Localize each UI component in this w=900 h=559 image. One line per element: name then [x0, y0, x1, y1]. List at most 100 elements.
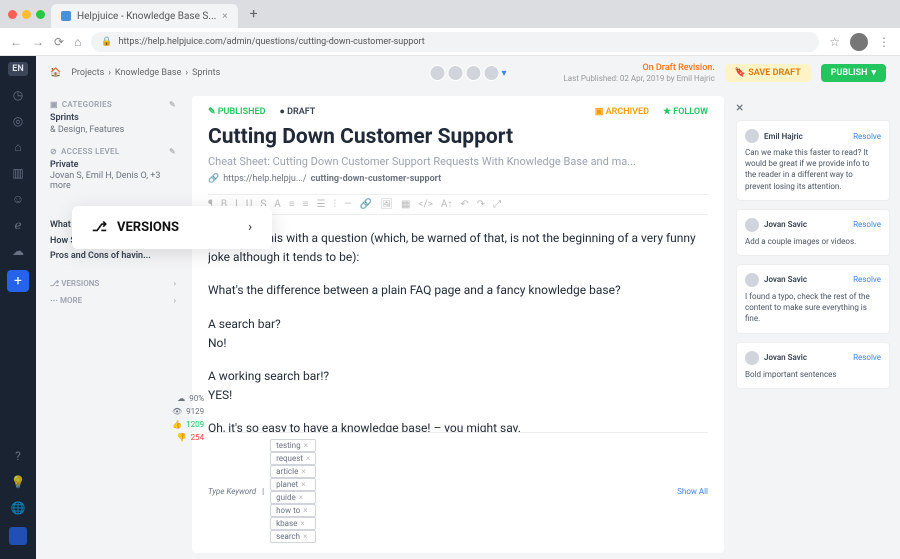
crumb-projects[interactable]: Projects: [71, 68, 104, 78]
related-item[interactable]: Pros and Cons of havin...: [50, 250, 176, 263]
close-window-icon[interactable]: [8, 10, 17, 19]
target-icon[interactable]: ◎: [13, 114, 23, 128]
tags-row: Type Keyword | testing ×request ×article…: [208, 432, 708, 543]
remove-tag-icon[interactable]: ×: [303, 532, 307, 541]
resolve-button[interactable]: Resolve: [853, 132, 881, 141]
new-tab-icon[interactable]: +: [250, 6, 258, 22]
edit-icon[interactable]: ✎: [169, 147, 176, 156]
slug-value[interactable]: cutting-down-customer-support: [311, 174, 442, 184]
cloud-icon[interactable]: ☁: [12, 244, 24, 258]
tag[interactable]: testing ×: [270, 439, 316, 452]
language-badge[interactable]: EN: [8, 62, 27, 76]
avatar: [429, 65, 445, 81]
sidebar-more[interactable]: ⋯ MORE›: [50, 292, 176, 309]
resolve-button[interactable]: Resolve: [853, 220, 881, 229]
remove-tag-icon[interactable]: ×: [299, 493, 303, 502]
tool-icon[interactable]: 🔗: [360, 199, 372, 210]
globe-icon[interactable]: ℯ: [14, 218, 21, 232]
save-draft-button[interactable]: 🔖 SAVE DRAFT: [725, 64, 811, 82]
tag[interactable]: search ×: [270, 530, 316, 543]
remove-tag-icon[interactable]: ×: [303, 506, 307, 515]
comment-body: Bold important sentences: [745, 369, 881, 380]
comment-card[interactable]: Emil HajricResolveCan we make this faste…: [736, 120, 890, 201]
remove-tag-icon[interactable]: ×: [301, 480, 305, 489]
remove-tag-icon[interactable]: ×: [304, 441, 308, 450]
avatar: [745, 351, 759, 365]
tool-icon[interactable]: A↑: [441, 199, 453, 210]
profile-avatar[interactable]: [850, 33, 868, 51]
close-icon[interactable]: ×: [736, 100, 890, 116]
status-archived[interactable]: ▣ ARCHIVED: [595, 107, 649, 117]
help-icon[interactable]: ?: [15, 449, 21, 463]
tool-icon[interactable]: ⫶: [333, 199, 336, 210]
paragraph: A working search bar!?YES!: [208, 367, 708, 405]
editor-body[interactable]: Let's start this with a question (which,…: [208, 229, 708, 432]
close-tab-icon[interactable]: ×: [222, 11, 227, 22]
tool-icon[interactable]: ↶: [460, 199, 468, 210]
show-all-tags[interactable]: Show All: [677, 487, 708, 496]
tool-icon[interactable]: —: [344, 199, 352, 210]
add-button[interactable]: +: [7, 270, 29, 292]
thumb-up-icon: 👍: [172, 420, 182, 429]
maximize-window-icon[interactable]: [36, 10, 45, 19]
chevron-right-icon: ›: [174, 279, 176, 288]
clock-icon[interactable]: ◷: [13, 88, 23, 102]
tag[interactable]: planet ×: [270, 478, 316, 491]
tool-icon[interactable]: </>: [418, 199, 432, 210]
forward-icon[interactable]: →: [32, 35, 44, 49]
tool-icon[interactable]: ☰: [317, 199, 326, 210]
versions-popup[interactable]: ⎇ VERSIONS ›: [72, 206, 272, 249]
kebab-menu-icon[interactable]: ⋮: [878, 35, 890, 49]
bulb-icon[interactable]: 💡: [11, 475, 26, 489]
browser-tab[interactable]: Helpjuice - Knowledge Base S... ×: [51, 4, 238, 28]
tag[interactable]: article ×: [270, 465, 316, 478]
resolve-button[interactable]: Resolve: [853, 353, 881, 362]
back-icon[interactable]: ←: [10, 35, 22, 49]
tag[interactable]: how to ×: [270, 504, 316, 517]
tool-icon[interactable]: ⤢: [493, 199, 501, 210]
remove-tag-icon[interactable]: ×: [301, 467, 305, 476]
world-icon[interactable]: 🌐: [11, 501, 26, 515]
crumb-kb[interactable]: Knowledge Base: [115, 68, 181, 78]
user-icon[interactable]: ☺: [12, 192, 24, 206]
tool-icon[interactable]: ≡: [289, 199, 295, 210]
minimize-window-icon[interactable]: [22, 10, 31, 19]
breadcrumb-home-icon[interactable]: 🏠: [50, 68, 61, 78]
tool-icon[interactable]: 🖼: [380, 199, 393, 210]
sidebar-versions[interactable]: ⎇ VERSIONS›: [50, 275, 176, 292]
tool-icon[interactable]: ≡: [303, 199, 309, 210]
reload-icon[interactable]: ⟳: [54, 35, 64, 49]
star-icon[interactable]: ☆: [829, 35, 840, 49]
edit-icon[interactable]: ✎: [169, 100, 176, 109]
home-icon[interactable]: ⌂: [74, 35, 81, 49]
house-icon[interactable]: ⌂: [14, 140, 21, 154]
follow-button[interactable]: ★ FOLLOW: [663, 107, 708, 117]
stat-value: 9129: [186, 407, 204, 416]
favicon-icon: [61, 11, 71, 21]
chevron-down-icon[interactable]: ▾: [501, 68, 506, 79]
crumb-sprints[interactable]: Sprints: [192, 68, 220, 78]
tool-icon[interactable]: A: [274, 199, 281, 210]
address-bar[interactable]: 🔒 https://help.helpjuice.com/admin/quest…: [91, 32, 819, 52]
article-subtitle[interactable]: Cheat Sheet: Cutting Down Customer Suppo…: [208, 155, 708, 168]
status-published[interactable]: ✎ PUBLISHED: [208, 107, 265, 117]
tag[interactable]: kbase ×: [270, 517, 316, 530]
remove-tag-icon[interactable]: ×: [306, 454, 310, 463]
tool-icon[interactable]: ↷: [477, 199, 485, 210]
chart-icon[interactable]: ▥: [12, 166, 23, 180]
comment-card[interactable]: Jovan SavicResolveBold important sentenc…: [736, 342, 890, 389]
status-draft[interactable]: ● DRAFT: [279, 106, 315, 117]
tool-icon[interactable]: ▦: [401, 199, 410, 210]
tag-input-label[interactable]: Type Keyword: [208, 487, 256, 496]
tag[interactable]: request ×: [270, 452, 316, 465]
comment-card[interactable]: Jovan SavicResolveI found a typo, check …: [736, 264, 890, 334]
browser-toolbar: ← → ⟳ ⌂ 🔒 https://help.helpjuice.com/adm…: [0, 28, 900, 56]
article-title[interactable]: Cutting Down Customer Support: [208, 125, 708, 149]
resolve-button[interactable]: Resolve: [853, 275, 881, 284]
tag[interactable]: guide ×: [270, 491, 316, 504]
comment-card[interactable]: Jovan SavicResolveAdd a couple images or…: [736, 209, 890, 256]
remove-tag-icon[interactable]: ×: [300, 519, 304, 528]
profile-icon[interactable]: [9, 527, 27, 545]
collaborator-avatars[interactable]: ▾: [429, 65, 506, 81]
publish-button[interactable]: PUBLISH ▾: [821, 64, 886, 82]
